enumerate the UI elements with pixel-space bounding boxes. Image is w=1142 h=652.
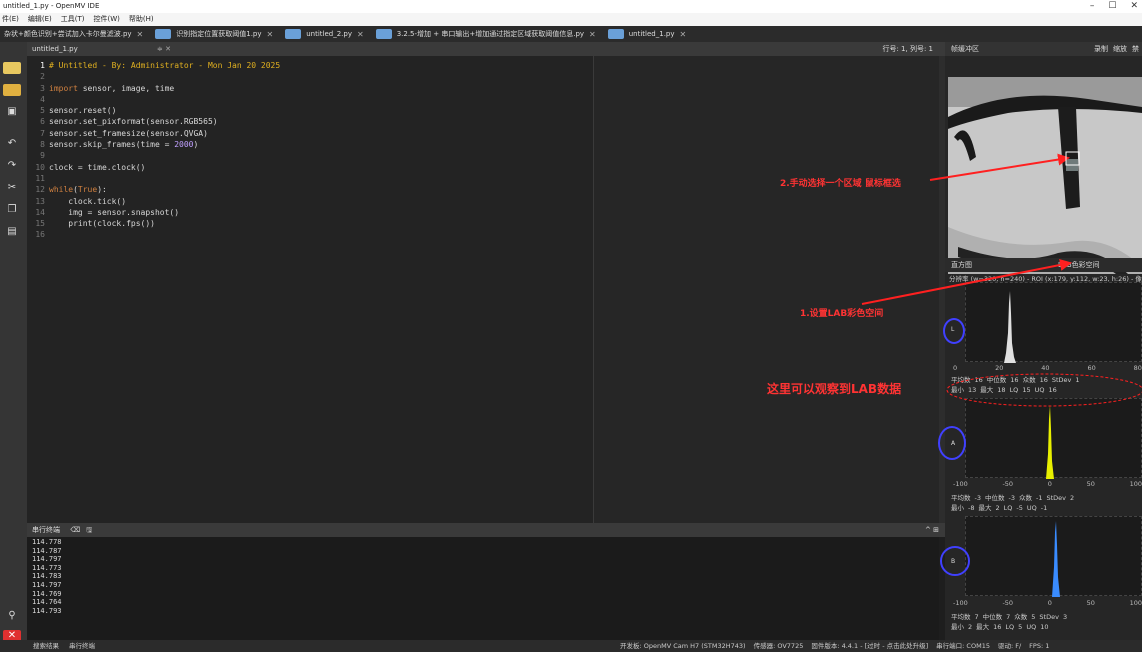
serial-port-info: 串行端口: COM15 bbox=[936, 642, 990, 650]
channel-b-highlight bbox=[940, 546, 970, 576]
channel-a-highlight bbox=[938, 426, 966, 460]
fps-readout: FPS: 1 bbox=[1029, 642, 1050, 650]
drive-info: 驱动: F/ bbox=[997, 642, 1022, 650]
serial-terminal-tab[interactable]: 串行终端 bbox=[69, 640, 95, 652]
stats-highlight-ellipse bbox=[946, 373, 1142, 407]
arrow-to-roi bbox=[929, 153, 1070, 181]
annotation-arrows bbox=[861, 151, 1142, 407]
arrow-to-colorspace bbox=[861, 259, 1072, 305]
channel-l-highlight bbox=[943, 318, 965, 344]
search-results-tab[interactable]: 搜索结果 bbox=[33, 640, 59, 652]
status-bar: 搜索结果 串行终端 开发板: OpenMV Cam H7 (STM32H743)… bbox=[0, 640, 1142, 652]
sensor-info: 传感器: OV7725 bbox=[753, 642, 804, 650]
board-info: 开发板: OpenMV Cam H7 (STM32H743) bbox=[620, 642, 746, 650]
firmware-info[interactable]: 固件版本: 4.4.1 - [过时 - 点击此处升级] bbox=[811, 640, 928, 652]
